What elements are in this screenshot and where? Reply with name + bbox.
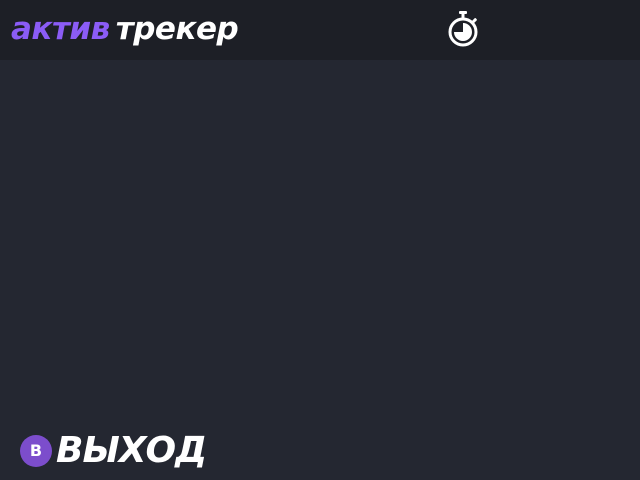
logo-word-active: актив [11, 11, 110, 47]
exit-label: ВЫХОД [56, 430, 207, 471]
main-content-area [0, 60, 640, 480]
app-logo: актив трекер [11, 9, 239, 49]
logo-word-tracker: трекер [115, 11, 239, 47]
key-b-badge: B [20, 435, 52, 467]
header-bar: актив трекер [0, 0, 640, 60]
exit-button[interactable]: B ВЫХОД [20, 428, 207, 474]
stopwatch-icon[interactable] [446, 9, 480, 47]
app-screen: актив трекер B ВЫХОД [0, 0, 640, 480]
